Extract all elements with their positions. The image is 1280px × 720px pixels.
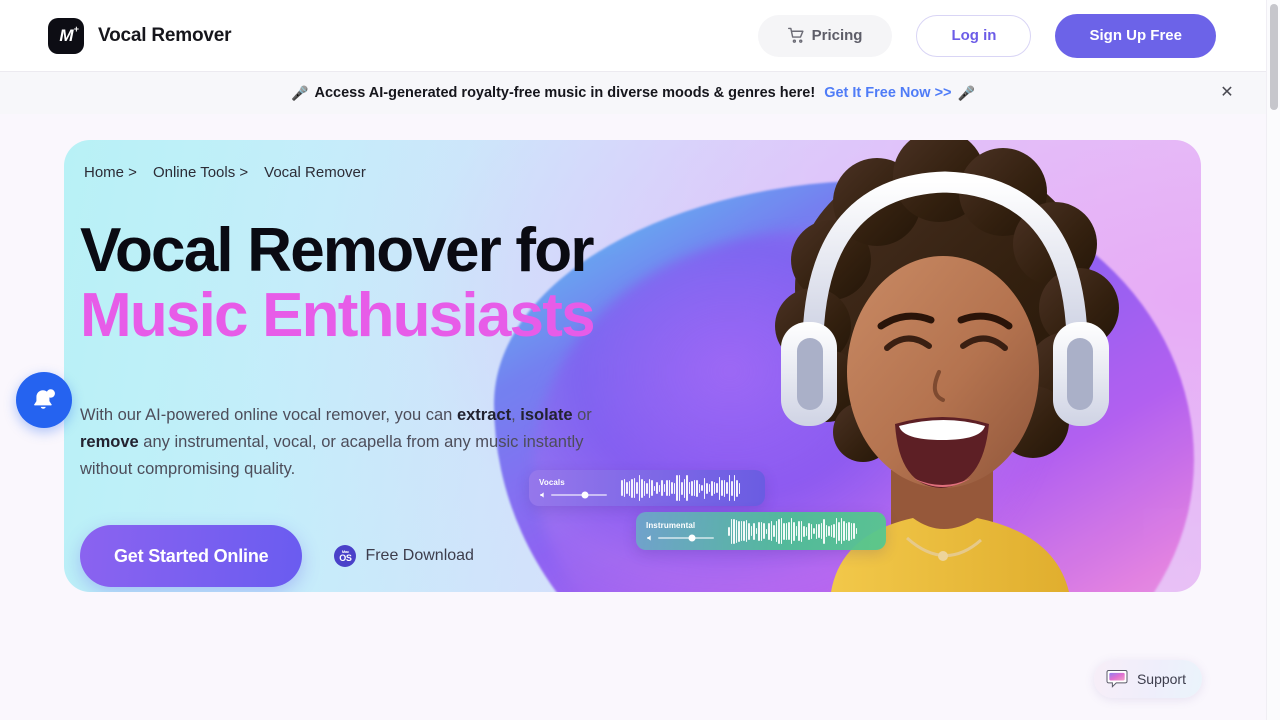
- site-header: M + Vocal Remover Pricing Log in Sign Up …: [0, 0, 1266, 72]
- track-card-instrumental[interactable]: Instrumental: [636, 512, 886, 550]
- microphone-icon-left: 🎤: [291, 84, 309, 101]
- volume-slider-vocals[interactable]: [551, 491, 607, 498]
- chat-bubble-icon: [1106, 670, 1128, 688]
- macos-badge-icon: Mac OS: [334, 545, 357, 567]
- mediaio-logo-icon: M +: [48, 17, 84, 54]
- desc-part-2: ,: [511, 406, 521, 424]
- slider-knob[interactable]: [688, 534, 696, 541]
- promo-text: Access AI-generated royalty-free music i…: [314, 85, 816, 101]
- track-card-vocals[interactable]: Vocals: [529, 470, 765, 506]
- breadcrumb: Home > Online Tools > Vocal Remover: [84, 164, 366, 181]
- breadcrumb-item-current: Vocal Remover: [264, 164, 366, 181]
- shopping-cart-icon: [787, 27, 804, 43]
- login-button[interactable]: Log in: [916, 14, 1032, 57]
- page-root: M + Vocal Remover Pricing Log in Sign Up …: [0, 0, 1280, 720]
- waveform-vocals: [621, 470, 765, 506]
- promo-link[interactable]: Get It Free Now >>: [824, 85, 951, 101]
- slider-knob[interactable]: [581, 491, 589, 498]
- track-label-vocals: Vocals: [539, 477, 565, 487]
- track-meta-vocals: Vocals: [529, 474, 621, 503]
- waveform-instrumental: [728, 512, 886, 550]
- track-label-instrumental: Instrumental: [646, 520, 696, 530]
- desc-part-3: or: [572, 406, 592, 424]
- promo-banner: 🎤 Access AI-generated royalty-free music…: [0, 72, 1266, 114]
- logo-plus-mark: +: [73, 23, 79, 34]
- speaker-icon: [540, 491, 544, 498]
- get-started-online-button[interactable]: Get Started Online: [80, 525, 303, 587]
- microphone-icon-right: 🎤: [957, 84, 975, 101]
- desc-part-1: With our AI-powered online vocal remover…: [80, 406, 457, 424]
- os-badge-main: OS: [339, 552, 352, 563]
- free-download-label: Free Download: [365, 547, 474, 564]
- support-label: Support: [1136, 671, 1186, 687]
- signup-button[interactable]: Sign Up Free: [1055, 13, 1216, 58]
- track-meta-instrumental: Instrumental: [636, 517, 728, 546]
- page-title-line1: Vocal Remover for: [80, 216, 594, 285]
- support-widget[interactable]: Support: [1093, 660, 1202, 698]
- brand[interactable]: M + Vocal Remover: [48, 17, 232, 54]
- brand-name: Vocal Remover: [98, 24, 232, 46]
- page-title: Vocal Remover for Music Enthusiasts: [80, 216, 596, 351]
- hero-section: Home > Online Tools > Vocal Remover Voca…: [64, 140, 1201, 592]
- speaker-icon: [647, 534, 651, 541]
- close-icon[interactable]: ✕: [1216, 82, 1238, 104]
- volume-slider-instrumental[interactable]: [658, 534, 714, 541]
- scrollbar-thumb[interactable]: [1270, 4, 1278, 110]
- notification-bell-button[interactable]: [16, 372, 72, 428]
- breadcrumb-item-online-tools[interactable]: Online Tools >: [153, 164, 248, 181]
- desc-bold-isolate: isolate: [520, 406, 573, 424]
- free-download-link[interactable]: Mac OS Free Download: [334, 545, 474, 567]
- track-controls-vocals[interactable]: [539, 491, 621, 499]
- page-title-line2: Music Enthusiasts: [80, 281, 596, 351]
- desc-bold-remove: remove: [80, 433, 139, 451]
- header-actions: Pricing Log in Sign Up Free: [757, 13, 1216, 58]
- pricing-button[interactable]: Pricing: [757, 14, 893, 57]
- desc-part-4: any instrumental, vocal, or acapella fro…: [80, 433, 584, 478]
- notification-bell-icon: [34, 389, 55, 409]
- page-scrollbar[interactable]: [1266, 0, 1280, 720]
- desc-bold-extract: extract: [456, 406, 512, 424]
- breadcrumb-item-home[interactable]: Home >: [84, 164, 137, 181]
- pricing-label: Pricing: [811, 27, 863, 44]
- track-controls-instrumental[interactable]: [646, 534, 728, 542]
- hero-cta-group: Get Started Online Mac OS Free Download: [80, 525, 474, 587]
